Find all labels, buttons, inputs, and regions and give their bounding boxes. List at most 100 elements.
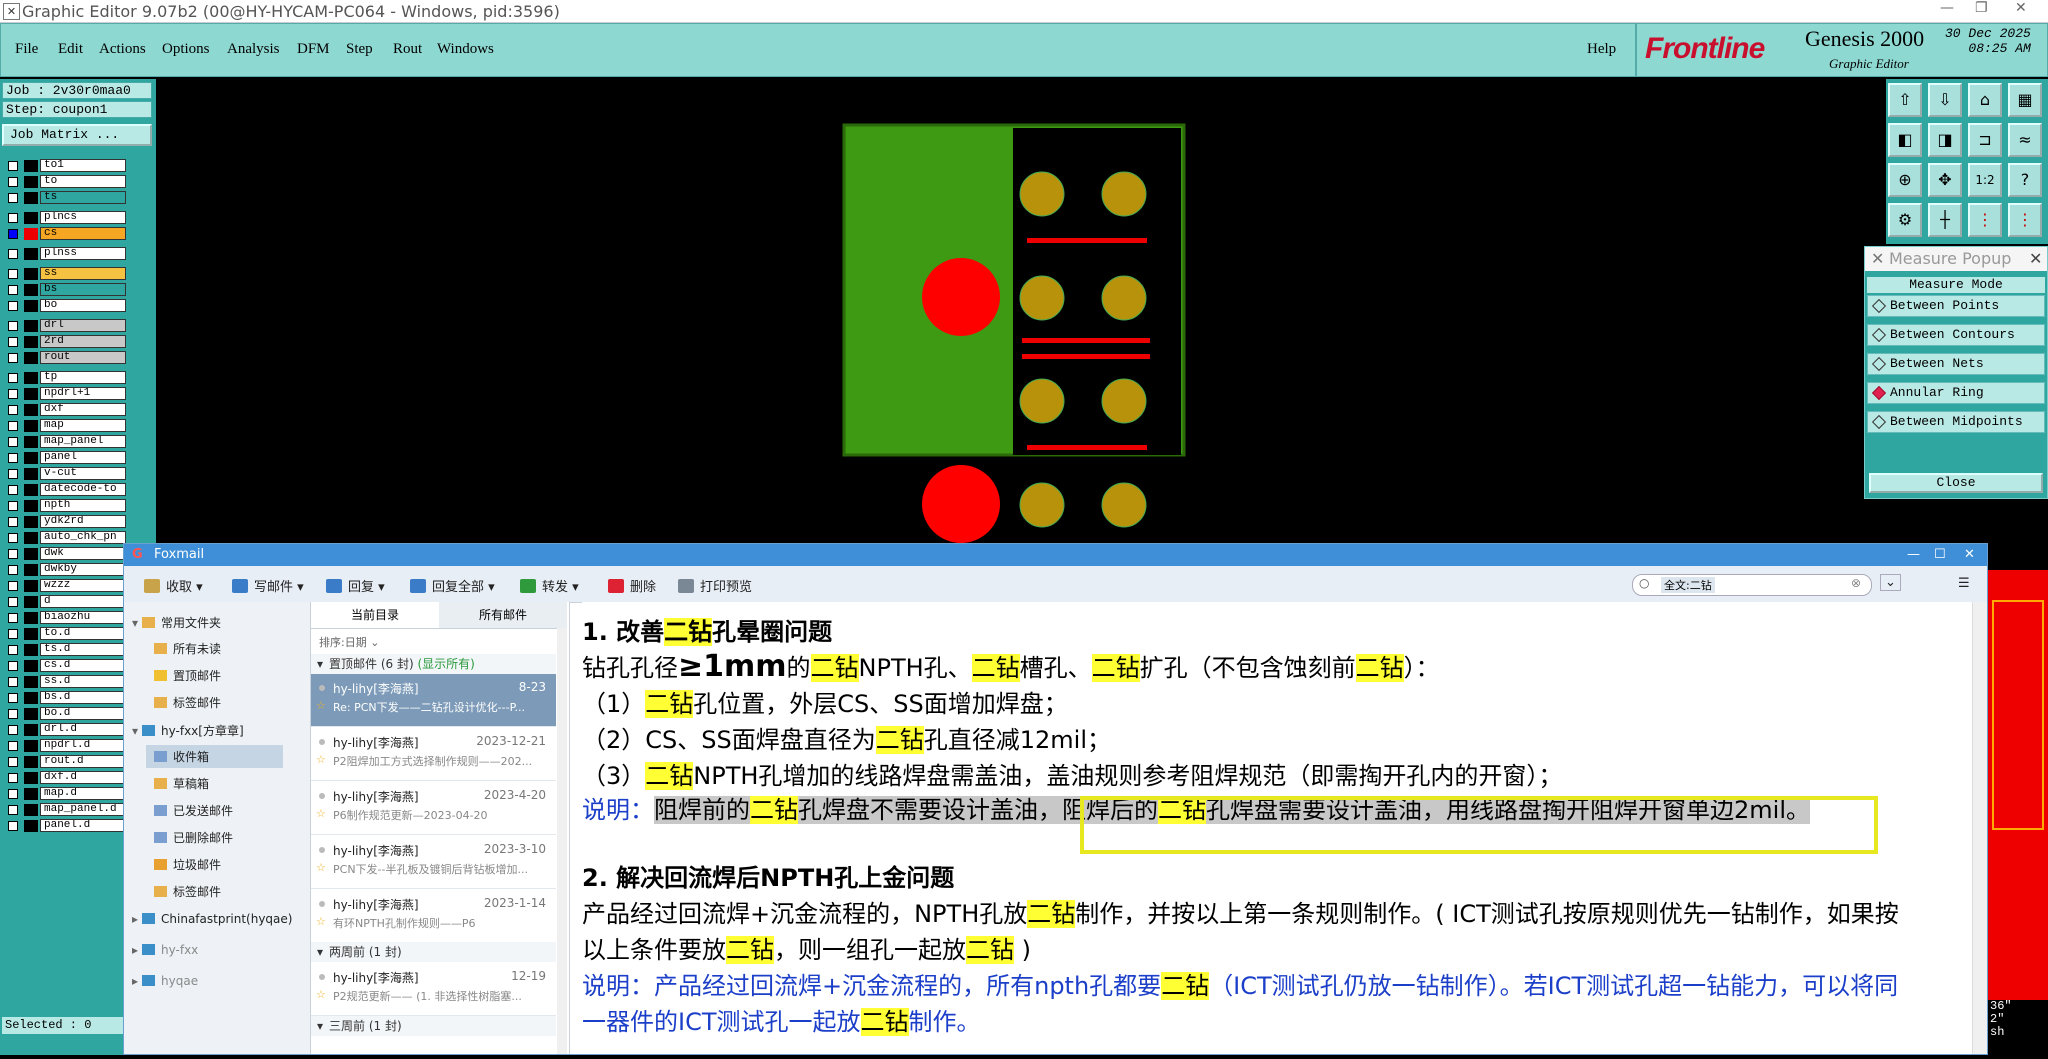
fm-maximize-icon[interactable]: ☐	[1934, 544, 1946, 566]
group-two-weeks[interactable]: ▾ 两周前 (1 封)	[311, 942, 556, 962]
layer-row[interactable]: plnss	[4, 247, 126, 261]
layer-row[interactable]: 2rd	[4, 335, 126, 349]
folder-item[interactable]: 标签邮件	[154, 883, 221, 900]
restore-button[interactable]: ❐	[1975, 0, 1988, 16]
compose-button[interactable]: 写邮件 ▾	[232, 576, 304, 595]
layer-checkbox[interactable]	[8, 453, 18, 463]
layer-checkbox[interactable]	[8, 677, 18, 687]
layer-row[interactable]: npth	[4, 499, 126, 513]
layer-checkbox[interactable]	[8, 213, 18, 223]
layer-row[interactable]: cs.d	[4, 659, 126, 673]
layer-checkbox[interactable]	[8, 613, 18, 623]
layer-checkbox[interactable]	[8, 269, 18, 279]
mail-row[interactable]: hy-lihy[李海燕] 2023-3-10 ☆ PCN下发--半孔板及镀铜后背钻板增…	[311, 836, 556, 889]
layer-checkbox[interactable]	[8, 773, 18, 783]
layer-row[interactable]: ydk2rd	[4, 515, 126, 529]
close-window-button[interactable]: ✕	[2015, 0, 2027, 16]
folder-item[interactable]: ▾ 常用文件夹	[132, 614, 221, 631]
zoom-fit-icon[interactable]: ⊕	[1888, 163, 1922, 197]
layer-row[interactable]: cs	[4, 227, 126, 241]
folder-item[interactable]: 置顶邮件	[154, 667, 221, 684]
delete-button[interactable]: 删除	[608, 576, 656, 595]
star-icon[interactable]: ☆	[316, 861, 326, 874]
measure-close-button[interactable]: Close	[1869, 473, 2043, 493]
mode-between-midpoints[interactable]: Between Midpoints	[1867, 411, 2045, 433]
star-icon[interactable]: ☆	[316, 699, 326, 712]
mail-row[interactable]: hy-lihy[李海燕] 8-23 ☆ Re: PCN下发——二钻孔设计优化---P.…	[311, 674, 556, 727]
forward-icon[interactable]: ◨	[1928, 123, 1962, 157]
help-button[interactable]: ?	[2008, 163, 2042, 197]
layer-checkbox[interactable]	[8, 249, 18, 259]
fm-close-icon[interactable]: ✕	[1964, 544, 1975, 566]
menu-options[interactable]: Options	[162, 41, 210, 58]
menu-file[interactable]: File	[15, 41, 38, 58]
star-icon[interactable]: ☆	[316, 753, 326, 766]
layer-row[interactable]: bs	[4, 283, 126, 297]
back-icon[interactable]: ◧	[1888, 123, 1922, 157]
mail-row[interactable]: hy-lihy[李海燕] 2023-12-21 ☆ P2阻焊加工方式选择制作规则——2…	[311, 728, 556, 781]
menu-windows[interactable]: Windows	[437, 41, 494, 58]
folder-item[interactable]: ▾ hy-fxx[方章章]	[132, 722, 244, 739]
layer-checkbox[interactable]	[8, 693, 18, 703]
layer-row[interactable]: auto_chk_pn	[4, 531, 126, 545]
drill2-icon[interactable]: ⋮	[2008, 203, 2042, 237]
clear-search-icon[interactable]: ⊗	[1851, 576, 1861, 590]
menu-analysis[interactable]: Analysis	[227, 41, 280, 58]
layer-row[interactable]: map_panel.d	[4, 803, 126, 817]
menu-edit[interactable]: Edit	[58, 41, 83, 58]
layer-row[interactable]: ss.d	[4, 675, 126, 689]
star-icon[interactable]: ☆	[316, 915, 326, 928]
layer-row[interactable]: to	[4, 175, 126, 189]
layer-checkbox[interactable]	[8, 597, 18, 607]
layer-row[interactable]: to.d	[4, 627, 126, 641]
folder-item[interactable]: 标签邮件	[154, 694, 221, 711]
folder-item[interactable]: 垃圾邮件	[154, 856, 221, 873]
expand-icon[interactable]: ▾	[132, 724, 138, 738]
layer-row[interactable]: dxf	[4, 403, 126, 417]
minimize-button[interactable]: —	[1940, 0, 1954, 16]
layer-row[interactable]: v-cut	[4, 467, 126, 481]
close-popup-icon[interactable]: ✕	[2029, 247, 2042, 271]
snap-icon[interactable]: ⊐	[1968, 123, 2002, 157]
group-pinned[interactable]: ▾ 置顶邮件 (6 封) (显示所有)	[311, 654, 556, 674]
open-icon[interactable]: ⇧	[1888, 83, 1922, 117]
layer-checkbox[interactable]	[8, 629, 18, 639]
receive-button[interactable]: 收取 ▾	[144, 576, 203, 595]
measure-icon[interactable]: ⚙	[1888, 203, 1922, 237]
layer-checkbox[interactable]	[8, 285, 18, 295]
layer-row[interactable]: drl	[4, 319, 126, 333]
wave-icon[interactable]: ≈	[2008, 123, 2042, 157]
layer-checkbox[interactable]	[8, 469, 18, 479]
menu-actions[interactable]: Actions	[99, 41, 146, 58]
forward-button[interactable]: 转发 ▾	[520, 576, 579, 595]
menu-icon[interactable]: ☰	[1958, 576, 1970, 591]
tab-current-folder[interactable]: 当前目录	[311, 602, 439, 629]
expand-icon[interactable]: ▸	[132, 912, 138, 926]
star-icon[interactable]: ☆	[316, 807, 326, 820]
layer-checkbox[interactable]	[8, 805, 18, 815]
layer-checkbox[interactable]	[8, 437, 18, 447]
tab-all-mail[interactable]: 所有邮件	[439, 602, 567, 629]
folder-item[interactable]: ▸ Chinafastprint(hyqae)	[132, 912, 292, 926]
layer-checkbox[interactable]	[8, 645, 18, 655]
layer-checkbox[interactable]	[8, 193, 18, 203]
layer-row[interactable]: datecode-to	[4, 483, 126, 497]
layer-row[interactable]: wzzz	[4, 579, 126, 593]
mode-between-nets[interactable]: Between Nets	[1867, 353, 2045, 375]
print-preview-button[interactable]: 打印预览	[678, 576, 752, 595]
home-icon[interactable]: ⌂	[1968, 83, 2002, 117]
layer-checkbox[interactable]	[8, 565, 18, 575]
layer-checkbox[interactable]	[8, 661, 18, 671]
layer-checkbox[interactable]	[8, 709, 18, 719]
show-all-link[interactable]: (显示所有)	[418, 657, 475, 671]
layer-checkbox[interactable]	[8, 229, 18, 239]
layer-row[interactable]: plncs	[4, 211, 126, 225]
layer-checkbox[interactable]	[8, 741, 18, 751]
reply-all-button[interactable]: 回复全部 ▾	[410, 576, 495, 595]
menu-dfm[interactable]: DFM	[297, 41, 330, 58]
mail-row[interactable]: hy-lihy[李海燕] 2023-4-20 ☆ P6制作规范更新—2023-04-2…	[311, 782, 556, 835]
layer-row[interactable]: npdrl+1	[4, 387, 126, 401]
list-scrollbar[interactable]	[557, 628, 567, 1054]
layer-row[interactable]: bs.d	[4, 691, 126, 705]
layer-row[interactable]: bo.d	[4, 707, 126, 721]
